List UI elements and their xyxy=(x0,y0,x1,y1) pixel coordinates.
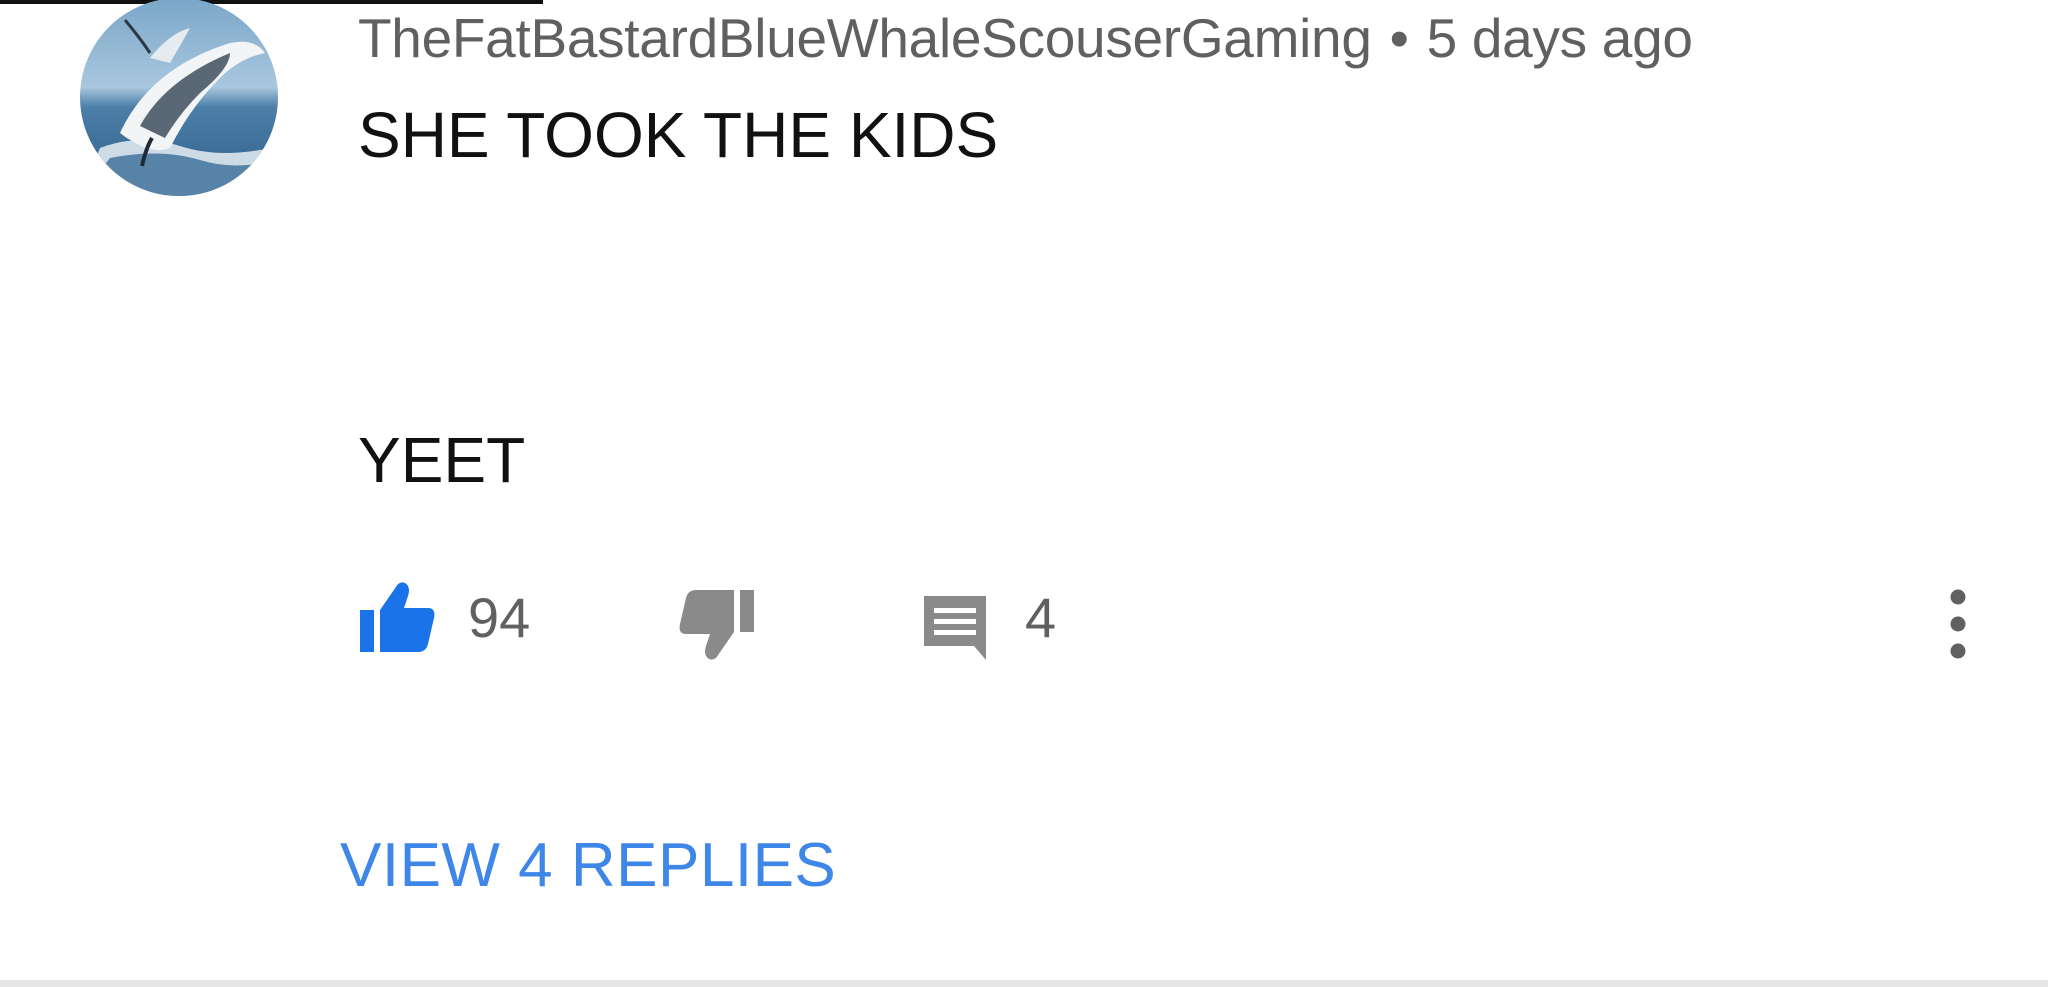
more-options-button[interactable] xyxy=(1938,585,1978,665)
author-name[interactable]: TheFatBastardBlueWhaleScouserGaming xyxy=(358,7,1372,69)
reply-button[interactable] xyxy=(920,592,990,660)
more-vertical-icon xyxy=(1950,589,1966,659)
comment-header: TheFatBastardBlueWhaleScouserGaming • 5 da… xyxy=(358,6,1693,70)
thumbs-up-icon xyxy=(360,582,435,652)
comment-text-line-2-underline xyxy=(0,0,543,4)
avatar[interactable] xyxy=(80,0,278,196)
dislike-button[interactable] xyxy=(678,586,756,662)
view-replies-link[interactable]: VIEW 4 REPLIES xyxy=(340,830,836,902)
divider xyxy=(0,980,2048,987)
comment-thread: TheFatBastardBlueWhaleScouserGaming • 5 da… xyxy=(0,0,2048,980)
timestamp: 5 days ago xyxy=(1426,7,1693,69)
reply-count: 4 xyxy=(1025,586,1057,649)
whale-avatar-image xyxy=(80,0,278,196)
comment-icon xyxy=(924,596,986,660)
separator-dot: • xyxy=(1389,7,1409,69)
comment-text-line-1: SHE TOOK THE KIDS xyxy=(358,99,999,171)
like-count: 94 xyxy=(468,586,531,649)
comment-text-line-3: YEET xyxy=(358,424,526,496)
thumbs-down-icon xyxy=(679,590,754,660)
like-button[interactable] xyxy=(358,580,436,656)
